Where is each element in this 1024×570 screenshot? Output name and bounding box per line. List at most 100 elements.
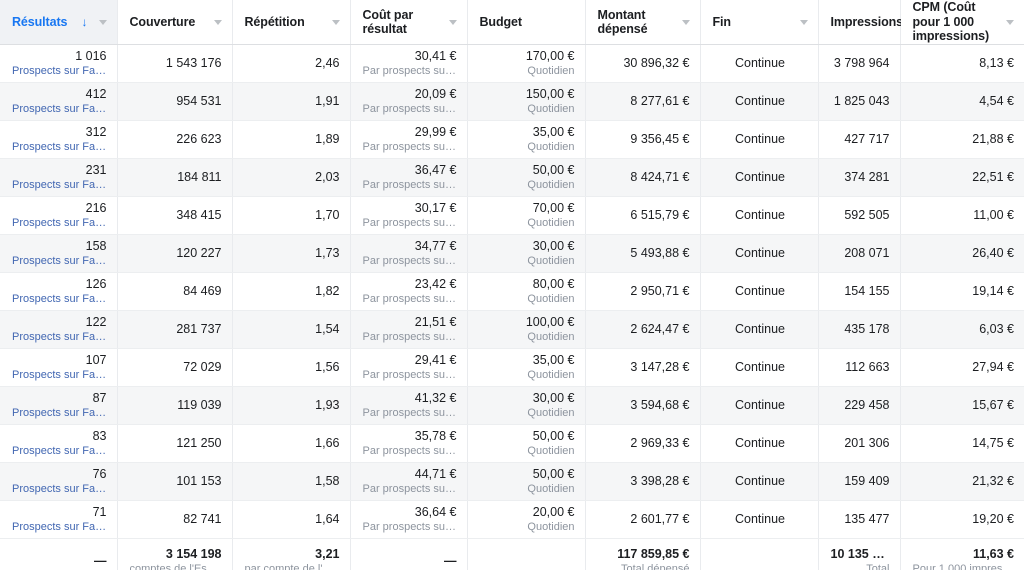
column-header-label-cpm: CPM (Coût pour 1 000 impressions) <box>912 0 990 43</box>
cell-couverture: 184 811 <box>117 158 233 197</box>
value-resultats: 87 <box>92 390 107 405</box>
column-header-label-fin: Fin <box>712 14 732 29</box>
cell-cpm: 26,40 € <box>900 234 1024 273</box>
summary-cell-repetition: 3,21 par compte de l'Espac… <box>232 537 351 570</box>
resultats-type-link[interactable]: Prospects sur Faceb… <box>12 179 107 192</box>
table-row[interactable]: 312 Prospects sur Faceb… 226 623 1,89 29… <box>0 120 1024 159</box>
chevron-down-icon[interactable] <box>98 19 107 25</box>
cell-repetition: 1,58 <box>232 462 351 501</box>
value-fin: Continue <box>734 435 786 450</box>
value-repetition: 1,82 <box>315 283 340 298</box>
chevron-down-icon[interactable] <box>213 19 222 25</box>
chevron-down-icon[interactable] <box>1006 19 1014 25</box>
column-header-resultats[interactable]: Résultats ↓ <box>0 0 118 45</box>
column-header-label-couverture: Couverture <box>129 14 196 29</box>
column-header-cpm[interactable]: CPM (Coût pour 1 000 impressions) <box>900 0 1024 45</box>
chevron-down-icon[interactable] <box>681 19 690 25</box>
value-montant-depense: 3 147,28 € <box>630 359 690 374</box>
value-couverture: 281 737 <box>176 321 222 336</box>
column-header-label-impressions: Impressions <box>830 14 904 29</box>
cell-cpm: 8,13 € <box>900 44 1024 83</box>
value-cout-par-resultat: 29,41 € <box>414 352 457 367</box>
table-row[interactable]: 122 Prospects sur Faceb… 281 737 1,54 21… <box>0 310 1024 349</box>
resultats-type-link[interactable]: Prospects sur Faceb… <box>12 331 107 344</box>
summary-cell-couverture: 3 154 198 comptes de l'Espace … <box>117 537 233 570</box>
resultats-type-link[interactable]: Prospects sur Faceb… <box>12 483 107 496</box>
cout-subtitle: Par prospects sur Fa… <box>362 444 457 457</box>
summary-cell-fin <box>700 537 819 570</box>
cell-budget: 35,00 € Quotidien <box>467 120 586 159</box>
resultats-type-link[interactable]: Prospects sur Faceb… <box>12 445 107 458</box>
cell-budget: 150,00 € Quotidien <box>467 82 586 121</box>
table-row[interactable]: 87 Prospects sur Faceb… 119 039 1,93 41,… <box>0 386 1024 425</box>
value-fin: Continue <box>734 283 786 298</box>
cout-subtitle: Par prospects sur Fa… <box>362 216 457 229</box>
value-impressions: 208 071 <box>844 245 890 260</box>
cell-cout-par-resultat: 29,41 € Par prospects sur Fa… <box>350 348 468 387</box>
resultats-type-link[interactable]: Prospects sur Faceb… <box>12 65 107 78</box>
table-row[interactable]: 1 016 Prospects sur Faceb… 1 543 176 2,4… <box>0 44 1024 83</box>
value-cout-par-resultat: 36,64 € <box>414 504 457 519</box>
table-row[interactable]: 107 Prospects sur Faceb… 72 029 1,56 29,… <box>0 348 1024 387</box>
cout-subtitle: Par prospects sur Fa… <box>362 330 457 343</box>
cell-repetition: 1,82 <box>232 272 351 311</box>
cell-impressions: 229 458 <box>818 386 901 425</box>
table-row[interactable]: 126 Prospects sur Faceb… 84 469 1,82 23,… <box>0 272 1024 311</box>
value-resultats: 1 016 <box>75 48 107 63</box>
resultats-type-link[interactable]: Prospects sur Faceb… <box>12 103 107 116</box>
resultats-type-link[interactable]: Prospects sur Faceb… <box>12 293 107 306</box>
value-cpm: 8,13 € <box>979 55 1014 70</box>
cell-fin: Continue <box>700 424 819 463</box>
cell-couverture: 226 623 <box>117 120 233 159</box>
value-cpm: 27,94 € <box>972 359 1014 374</box>
value-couverture: 84 469 <box>183 283 222 298</box>
value-budget: 80,00 € <box>532 276 575 291</box>
summary-value-repetition: 3,21 <box>315 546 340 561</box>
value-resultats: 107 <box>85 352 107 367</box>
column-header-budget[interactable]: Budget <box>467 0 586 45</box>
chevron-down-icon[interactable] <box>331 19 340 25</box>
table-row[interactable]: 216 Prospects sur Faceb… 348 415 1,70 30… <box>0 196 1024 235</box>
column-header-label-montant-depense: Montant dépensé <box>597 7 648 36</box>
value-impressions: 135 477 <box>844 511 890 526</box>
table-row[interactable]: 83 Prospects sur Faceb… 121 250 1,66 35,… <box>0 424 1024 463</box>
value-cpm: 6,03 € <box>979 321 1014 336</box>
table-row[interactable]: 76 Prospects sur Faceb… 101 153 1,58 44,… <box>0 462 1024 501</box>
column-header-couverture[interactable]: Couverture <box>117 0 233 45</box>
table-row[interactable]: 71 Prospects sur Faceb… 82 741 1,64 36,6… <box>0 500 1024 539</box>
resultats-type-link[interactable]: Prospects sur Faceb… <box>12 141 107 154</box>
chevron-down-icon[interactable] <box>799 19 808 25</box>
cell-resultats: 231 Prospects sur Faceb… <box>0 158 118 197</box>
cell-fin: Continue <box>700 500 819 539</box>
cell-resultats: 122 Prospects sur Faceb… <box>0 310 118 349</box>
table-body: 1 016 Prospects sur Faceb… 1 543 176 2,4… <box>0 44 1024 570</box>
value-repetition: 1,58 <box>315 473 340 488</box>
value-montant-depense: 2 624,47 € <box>630 321 690 336</box>
value-couverture: 119 039 <box>177 397 222 412</box>
cell-couverture: 348 415 <box>117 196 233 235</box>
cell-impressions: 3 798 964 <box>818 44 901 83</box>
chevron-down-icon[interactable] <box>448 19 457 25</box>
cell-couverture: 72 029 <box>117 348 233 387</box>
budget-subtitle: Quotidien <box>527 102 575 115</box>
resultats-type-link[interactable]: Prospects sur Faceb… <box>12 369 107 382</box>
value-fin: Continue <box>734 93 786 108</box>
table-row[interactable]: 231 Prospects sur Faceb… 184 811 2,03 36… <box>0 158 1024 197</box>
table-row[interactable]: 158 Prospects sur Faceb… 120 227 1,73 34… <box>0 234 1024 273</box>
table-row[interactable]: 412 Prospects sur Faceb… 954 531 1,91 20… <box>0 82 1024 121</box>
value-cout-par-resultat: 36,47 € <box>414 162 457 177</box>
resultats-type-link[interactable]: Prospects sur Faceb… <box>12 217 107 230</box>
column-header-montant-depense[interactable]: Montant dépensé <box>585 0 701 45</box>
summary-value-montant-depense: 117 859,85 € <box>617 546 690 561</box>
budget-subtitle: Quotidien <box>527 520 575 533</box>
resultats-type-link[interactable]: Prospects sur Faceb… <box>12 407 107 420</box>
column-header-fin[interactable]: Fin <box>700 0 819 45</box>
column-header-repetition[interactable]: Répétition <box>232 0 351 45</box>
resultats-type-link[interactable]: Prospects sur Faceb… <box>12 255 107 268</box>
column-header-cout-par-resultat[interactable]: Coût par résultat <box>350 0 468 45</box>
resultats-type-link[interactable]: Prospects sur Faceb… <box>12 521 107 534</box>
column-header-impressions[interactable]: Impressions <box>818 0 916 45</box>
summary-row: — 3 154 198 comptes de l'Espace … 3,21 p… <box>0 537 1024 570</box>
cell-cout-par-resultat: 29,99 € Par prospects sur Fa… <box>350 120 468 159</box>
cell-impressions: 154 155 <box>818 272 901 311</box>
